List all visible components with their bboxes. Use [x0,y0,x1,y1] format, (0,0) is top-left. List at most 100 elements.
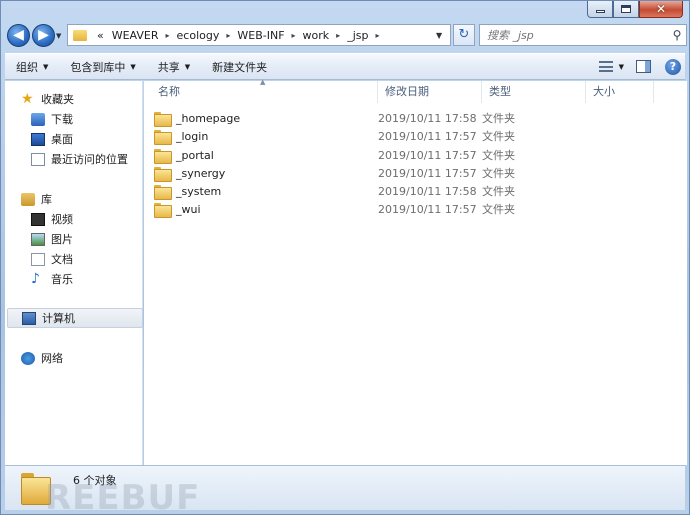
include-in-library-menu[interactable]: 包含到库中 ▼ [59,54,146,79]
file-type: 文件夹 [482,149,515,162]
sidebar-item-label: 音乐 [51,273,73,286]
search-icon[interactable]: ⚲ [668,28,686,42]
organize-menu[interactable]: 组织 ▼ [5,54,59,79]
include-in-library-label: 包含到库中 [70,60,126,74]
sidebar-item-music[interactable]: ♪ 音乐 [31,269,141,289]
table-row[interactable]: _synergy 2019/10/11 17:57 文件夹 [154,164,674,182]
file-type: 文件夹 [482,130,515,143]
breadcrumb-jsp[interactable]: _jsp [343,29,372,42]
document-icon [31,252,45,266]
sidebar-item-network[interactable]: 网络 [21,348,141,368]
table-row[interactable]: _wui 2019/10/11 17:57 文件夹 [154,200,674,218]
sidebar-item-videos[interactable]: 视频 [31,209,141,229]
breadcrumb-separator-icon[interactable]: ▸ [333,31,343,40]
file-name: _wui [176,202,201,216]
sidebar-item-label: 收藏夹 [41,93,74,106]
file-name: _system [176,184,222,198]
recent-pages-dropdown[interactable]: ▼ [56,32,61,40]
search-input[interactable] [487,28,668,42]
desktop-icon [31,132,45,146]
breadcrumb-weaver[interactable]: WEAVER [108,29,163,42]
breadcrumb-separator-icon[interactable]: ▸ [223,31,233,40]
file-type: 文件夹 [482,203,515,216]
sidebar-item-favorites[interactable]: ★ 收藏夹 [21,89,141,109]
close-button[interactable]: ✕ [639,1,683,18]
table-row[interactable]: _system 2019/10/11 17:58 文件夹 [154,182,674,200]
table-row[interactable]: _homepage 2019/10/11 17:58 文件夹 [154,109,674,127]
address-bar[interactable]: « WEAVER ▸ ecology ▸ WEB-INF ▸ work ▸ _j… [67,24,451,46]
preview-pane-icon[interactable] [636,60,651,73]
table-row[interactable]: _portal 2019/10/11 17:57 文件夹 [154,146,674,164]
breadcrumb-overflow[interactable]: « [93,29,108,42]
file-modified: 2019/10/11 17:57 [378,148,477,162]
sidebar-item-label: 图片 [51,233,73,246]
breadcrumb-work[interactable]: work [299,29,334,42]
help-icon[interactable]: ? [665,58,681,75]
column-modified[interactable]: 修改日期 [378,81,482,103]
column-name[interactable]: ▲ 名称 [144,78,378,103]
sidebar-item-pictures[interactable]: 图片 [31,229,141,249]
minimize-button[interactable] [587,1,613,18]
watermark: REEBUF [45,478,201,515]
star-icon: ★ [21,90,34,107]
column-size[interactable]: 大小 [586,81,654,103]
dropdown-arrow-icon: ▼ [130,62,136,71]
library-icon [21,192,35,206]
folder-icon [154,111,172,127]
file-modified: 2019/10/11 17:57 [378,129,477,143]
search-box[interactable]: ⚲ [479,24,687,46]
view-dropdown-icon[interactable]: ▼ [619,63,624,71]
file-name: _login [176,129,209,143]
view-options-icon[interactable] [598,61,613,72]
breadcrumb-separator-icon[interactable]: ▸ [289,31,299,40]
sidebar-item-label: 视频 [51,213,73,226]
close-icon: ✕ [655,2,667,16]
forward-button[interactable]: ▶ [32,24,55,47]
table-row[interactable]: _login 2019/10/11 17:57 文件夹 [154,127,674,145]
breadcrumb-separator-icon[interactable]: ▸ [372,31,382,40]
dropdown-arrow-icon: ▼ [184,62,191,71]
refresh-button[interactable]: ↻ [453,24,475,46]
file-name: _homepage [176,111,241,125]
breadcrumb-web-inf[interactable]: WEB-INF [233,29,288,42]
back-button[interactable]: ◀ [7,24,30,47]
maximize-icon [621,5,631,13]
downloads-icon [31,112,45,126]
file-modified: 2019/10/11 17:57 [378,202,477,216]
breadcrumb-separator-icon[interactable]: ▸ [163,31,173,40]
recent-places-icon [31,152,45,166]
explorer-window: ✕ ◀ ▶ ▼ « WEAVER ▸ ecology ▸ WEB-INF ▸ w… [0,0,690,515]
navigation-pane: ★ 收藏夹 下载 桌面 最近访问的位置 库 视频 图片 文档 ♪ 音乐 计算机 … [5,81,143,465]
sidebar-item-documents[interactable]: 文档 [31,249,141,269]
file-list: ▲ 名称 修改日期 类型 大小 _homepage 2019/10/11 17:… [144,78,687,465]
column-type[interactable]: 类型 [482,81,586,103]
share-menu[interactable]: 共享 ▼ [147,54,201,79]
sidebar-item-downloads[interactable]: 下载 [31,109,141,129]
column-size-label: 大小 [593,85,615,98]
picture-icon [31,232,45,246]
new-folder-button[interactable]: 新建文件夹 [201,54,278,79]
sidebar-item-label: 文档 [51,253,73,266]
sidebar-item-recent-places[interactable]: 最近访问的位置 [31,149,141,169]
folder-icon [154,202,172,218]
breadcrumb-ecology[interactable]: ecology [173,29,224,42]
folder-icon [154,166,172,182]
organize-label: 组织 [16,60,38,74]
file-modified: 2019/10/11 17:58 [378,111,477,125]
computer-icon [22,311,36,325]
breadcrumb: « WEAVER ▸ ecology ▸ WEB-INF ▸ work ▸ _j… [93,29,436,42]
sidebar-item-libraries[interactable]: 库 [21,189,141,209]
sidebar-item-label: 最近访问的位置 [51,153,128,166]
file-name: _synergy [176,166,226,180]
file-modified: 2019/10/11 17:57 [378,166,477,180]
sidebar-item-computer[interactable]: 计算机 [7,308,143,328]
network-icon [21,351,35,365]
sidebar-item-label: 桌面 [51,133,73,146]
maximize-button[interactable] [613,1,639,18]
sidebar-item-label: 网络 [41,352,63,365]
file-modified: 2019/10/11 17:58 [378,184,477,198]
file-type: 文件夹 [482,167,515,180]
sidebar-item-desktop[interactable]: 桌面 [31,129,141,149]
address-dropdown-icon[interactable]: ▼ [436,31,450,40]
navigation-bar: ◀ ▶ ▼ « WEAVER ▸ ecology ▸ WEB-INF ▸ wor… [5,22,687,50]
